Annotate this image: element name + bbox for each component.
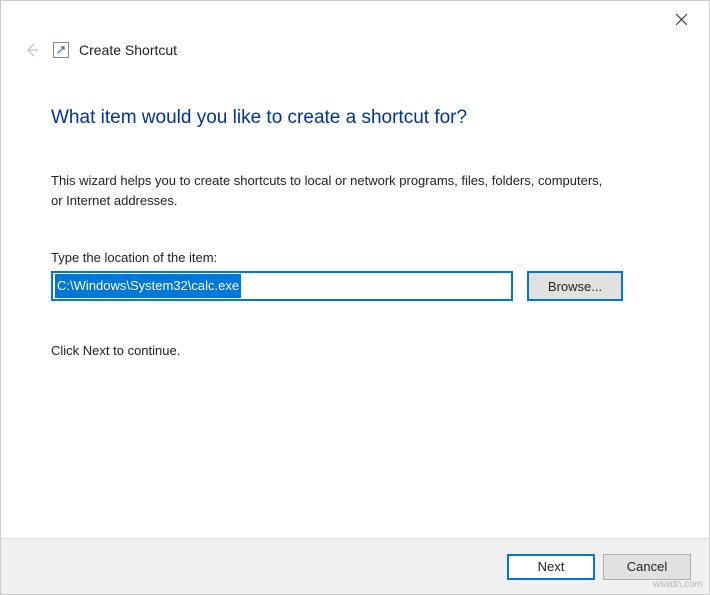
page-description: This wizard helps you to create shortcut… — [51, 171, 611, 210]
back-arrow-icon — [23, 41, 41, 59]
close-icon — [676, 14, 687, 25]
close-button[interactable] — [659, 4, 703, 34]
watermark: wsxdn.com — [653, 579, 703, 590]
continue-hint: Click Next to continue. — [51, 343, 659, 358]
back-button — [21, 39, 43, 61]
wizard-content: What item would you like to create a sho… — [1, 75, 709, 358]
wizard-footer: Next Cancel — [1, 538, 709, 594]
input-label: Type the location of the item: — [51, 250, 659, 265]
location-input[interactable]: C:\Windows\System32\calc.exe — [51, 271, 513, 301]
location-input-value: C:\Windows\System32\calc.exe — [55, 274, 241, 298]
next-button[interactable]: Next — [507, 554, 595, 580]
browse-button[interactable]: Browse... — [527, 271, 623, 301]
titlebar — [1, 1, 709, 37]
input-row: C:\Windows\System32\calc.exe Browse... — [51, 271, 659, 301]
window-title: Create Shortcut — [79, 42, 177, 58]
page-heading: What item would you like to create a sho… — [51, 107, 659, 129]
wizard-header: Create Shortcut — [1, 37, 709, 75]
shortcut-icon — [53, 42, 69, 58]
cancel-button[interactable]: Cancel — [603, 554, 691, 580]
